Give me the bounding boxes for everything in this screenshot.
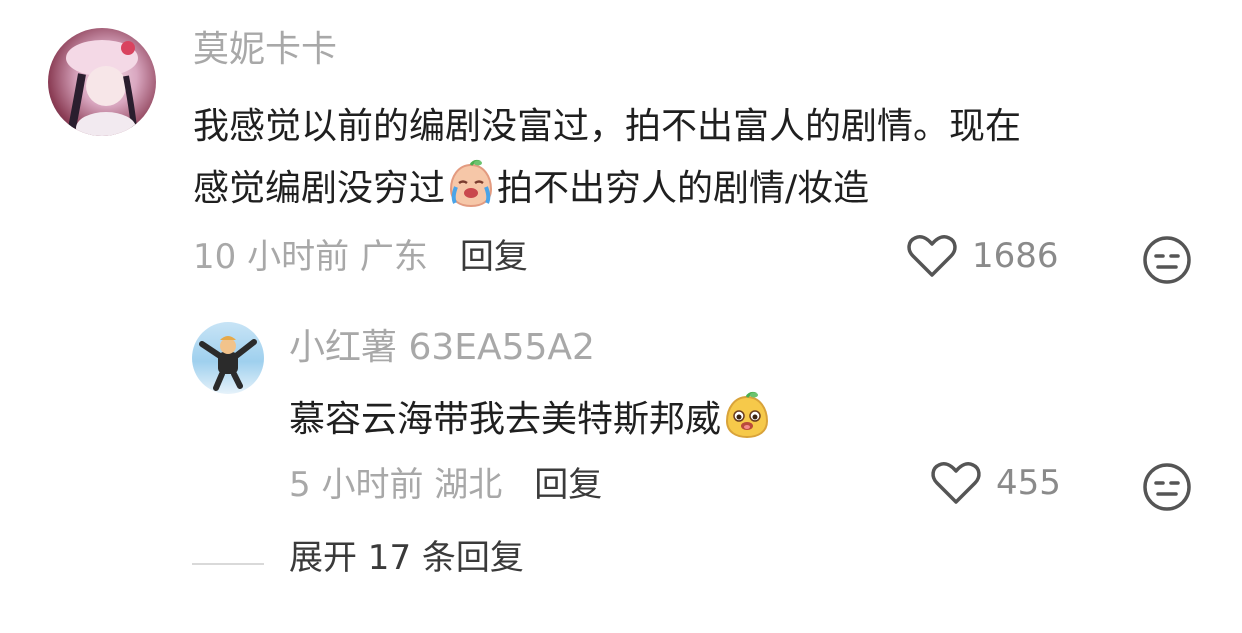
comment-emoji-react-button[interactable] bbox=[1142, 235, 1192, 285]
reply-meta: 5 小时前 湖北 回复 bbox=[289, 463, 602, 507]
crying-peach-emoji-icon bbox=[450, 159, 493, 208]
neutral-face-icon bbox=[1143, 236, 1191, 284]
comment-reply-button[interactable]: 回复 bbox=[460, 237, 528, 277]
heart-icon bbox=[931, 462, 981, 504]
comment-text-line1: 我感觉以前的编剧没富过，拍不出富人的剧情。现在 bbox=[193, 106, 1022, 147]
reply-like-count: 455 bbox=[996, 463, 1061, 503]
reply-text-body: 慕容云海带我去美特斯邦威 bbox=[289, 399, 722, 440]
avatar-portrait-image bbox=[66, 40, 138, 136]
comment-like-count: 1686 bbox=[972, 236, 1059, 276]
comment-like-button[interactable]: 1686 bbox=[906, 233, 1059, 279]
reply-reply-button[interactable]: 回复 bbox=[534, 465, 602, 505]
expand-replies-button[interactable]: 展开 17 条回复 bbox=[289, 536, 524, 580]
heart-icon bbox=[907, 235, 957, 277]
comment-text: 我感觉以前的编剧没富过，拍不出富人的剧情。现在 感觉编剧没穷过 拍不出穷人的剧情… bbox=[193, 96, 1021, 220]
commenter-username[interactable]: 莫妮卡卡 bbox=[193, 28, 337, 72]
comment-time-location: 10 小时前 广东 bbox=[193, 237, 428, 277]
comment-text-line2-part1: 感觉编剧没穷过 bbox=[193, 168, 446, 209]
commenter-avatar[interactable] bbox=[48, 28, 156, 136]
avatar-jumping-person-image bbox=[199, 336, 257, 391]
comment-text-line2: 感觉编剧没穷过 拍不出穷人的剧情/妆造 bbox=[193, 158, 1021, 220]
cheeky-peach-emoji-icon bbox=[726, 391, 769, 439]
comment-text-line2-part2: 拍不出穷人的剧情/妆造 bbox=[497, 168, 870, 209]
reply-time-location: 5 小时前 湖北 bbox=[289, 465, 503, 505]
replier-avatar[interactable] bbox=[192, 322, 264, 394]
reply-emoji-react-button[interactable] bbox=[1142, 462, 1192, 512]
reply-text: 慕容云海带我去美特斯邦威 bbox=[289, 390, 773, 448]
reply-like-button[interactable]: 455 bbox=[930, 460, 1061, 506]
comment-meta: 10 小时前 广东 回复 bbox=[193, 235, 528, 279]
replier-username[interactable]: 小红薯 63EA55A2 bbox=[289, 326, 595, 370]
neutral-face-icon bbox=[1143, 463, 1191, 511]
expand-divider bbox=[192, 563, 264, 565]
